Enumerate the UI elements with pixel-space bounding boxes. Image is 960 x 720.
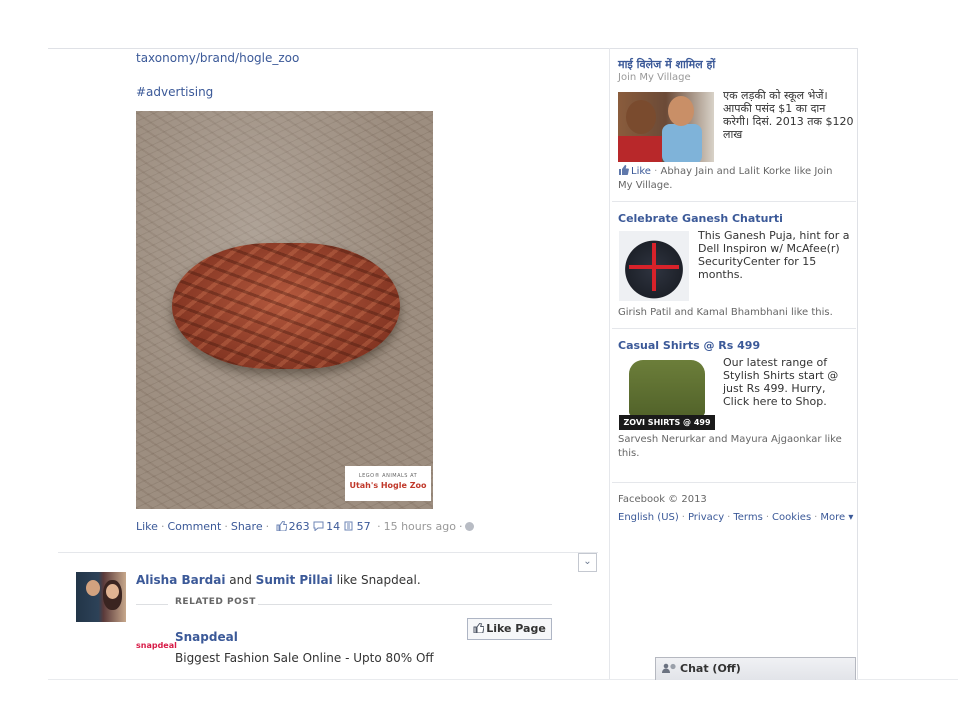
globe-icon[interactable] <box>465 522 475 531</box>
ad-title[interactable]: Casual Shirts @ Rs 499 <box>618 339 760 352</box>
related-post-label: RELATED POST <box>175 597 256 607</box>
ad-image[interactable] <box>618 92 714 162</box>
column-divider <box>609 48 610 680</box>
copyright: Facebook © 2013 <box>618 494 707 505</box>
chat-label: Chat (Off) <box>680 662 741 675</box>
share-icon <box>344 521 353 531</box>
ad-body[interactable]: Our latest range of Stylish Shirts start… <box>723 356 851 408</box>
shirt-image <box>629 360 705 416</box>
friend-name-link[interactable]: Sumit Pillai <box>256 573 333 587</box>
footer-link-language[interactable]: English (US) <box>618 512 679 523</box>
footer-links: English (US) · Privacy · Terms · Cookies · More … <box>618 512 854 523</box>
divider <box>136 604 168 605</box>
thumbs-up-icon <box>276 521 287 531</box>
like-link[interactable]: Like <box>136 520 158 533</box>
footer-link-more[interactable]: More ▾ <box>820 512 853 523</box>
hashtag-link[interactable]: #advertising <box>136 85 213 99</box>
story-headline: Alisha Bardai and Sumit Pillai like Snap… <box>136 573 421 587</box>
post-actions: Like · Comment · Share · 263 14 57 · 15 hours … <box>136 520 475 533</box>
ad-body[interactable]: This Ganesh Puja, hint for a Dell Inspir… <box>698 229 850 281</box>
ad-divider <box>612 328 856 329</box>
ad-logo-name: Utah's Hogle Zoo <box>349 481 427 490</box>
post-link[interactable]: taxonomy/brand/hogle_zoo <box>136 51 299 65</box>
page-frame-right <box>857 48 858 680</box>
ad-logo-tagline: LEGO® ANIMALS AT <box>358 473 418 479</box>
ad-social-text: Sarvesh Nerurkar and Mayura Ajgaonkar li… <box>618 434 842 459</box>
likes-count[interactable]: 263 <box>276 520 314 533</box>
ad-image[interactable]: ZOVI SHIRTS @ 499 <box>619 358 715 430</box>
footer-link-cookies[interactable]: Cookies <box>772 512 811 523</box>
ad-subtitle[interactable]: Join My Village <box>618 72 691 83</box>
thumbs-up-icon <box>473 623 485 633</box>
ad-title[interactable]: माई विलेज में शामिल हों <box>618 57 715 72</box>
chat-bar[interactable]: Chat (Off) <box>655 657 856 680</box>
post-photo[interactable]: LEGO® ANIMALS AT Utah's Hogle Zoo <box>136 111 433 509</box>
ad-social-text: Abhay Jain and Lalit Korke like Join My … <box>618 166 833 191</box>
post-separator <box>58 552 598 553</box>
share-link[interactable]: Share <box>231 520 263 533</box>
lego-brick-pile <box>172 243 400 369</box>
story-action: like Snapdeal. <box>336 573 421 587</box>
page-frame-top <box>48 48 858 49</box>
comment-link[interactable]: Comment <box>167 520 221 533</box>
divider <box>258 604 552 605</box>
thumbs-up-icon <box>619 165 629 175</box>
chevron-down-button[interactable]: ⌄ <box>578 553 597 572</box>
avatar[interactable] <box>76 572 126 622</box>
ad-like-link[interactable]: Like <box>631 166 651 177</box>
chat-people-icon <box>662 663 676 673</box>
ad-divider <box>612 482 856 483</box>
ad-image[interactable] <box>619 231 689 301</box>
post-timestamp[interactable]: 15 hours ago <box>384 520 456 533</box>
ad-logo: LEGO® ANIMALS AT Utah's Hogle Zoo <box>345 466 431 501</box>
ad-social-text: Girish Patil and Kamal Bhambhani like th… <box>618 307 833 318</box>
ad-body[interactable]: एक लड़की को स्कूल भेजें। आपकी पसंद $1 का… <box>723 89 855 141</box>
ad-divider <box>612 201 856 202</box>
shares-count[interactable]: 57 <box>344 520 375 533</box>
ad-title[interactable]: Celebrate Ganesh Chaturti <box>618 212 783 225</box>
like-page-button[interactable]: Like Page <box>467 618 552 640</box>
like-page-label: Like Page <box>486 622 546 635</box>
snapdeal-logo[interactable]: snapdeal <box>136 641 177 650</box>
page-description: Biggest Fashion Sale Online - Upto 80% O… <box>175 651 434 665</box>
ad-image-caption: ZOVI SHIRTS @ 499 <box>619 415 715 430</box>
comments-count[interactable]: 14 <box>313 520 344 533</box>
ad-social-context: Like · Abhay Jain and Lalit Korke like J… <box>618 165 833 191</box>
chevron-down-icon: ⌄ <box>583 556 592 567</box>
footer-link-terms[interactable]: Terms <box>733 512 762 523</box>
comment-icon <box>313 521 324 531</box>
footer-link-privacy[interactable]: Privacy <box>688 512 724 523</box>
friend-name-link[interactable]: Alisha Bardai <box>136 573 225 587</box>
page-name-link[interactable]: Snapdeal <box>175 630 238 644</box>
